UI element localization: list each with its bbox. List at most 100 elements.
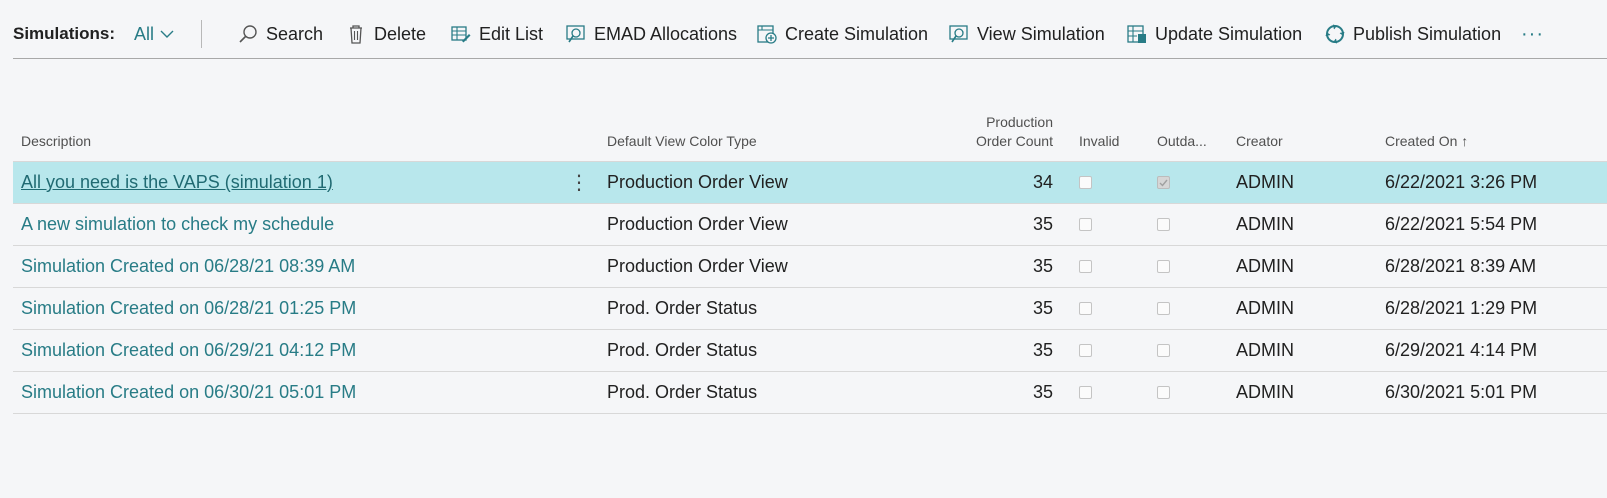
update-simulation-button[interactable]: Update Simulation xyxy=(1127,10,1302,58)
row-created-on: 6/22/2021 5:54 PM xyxy=(1385,214,1538,234)
header-outdated[interactable]: Outda... xyxy=(1157,132,1207,151)
emad-allocations-label: EMAD Allocations xyxy=(594,23,738,44)
emad-allocations-button[interactable]: EMAD Allocations xyxy=(566,10,737,58)
page-title: Simulations: xyxy=(13,24,116,43)
table-header: Description Default View Color Type Prod… xyxy=(13,108,1607,162)
row-creator: ADMIN xyxy=(1236,340,1294,360)
row-creator: ADMIN xyxy=(1236,298,1294,318)
view-simulation-button[interactable]: View Simulation xyxy=(949,10,1105,58)
update-simulation-label: Update Simulation xyxy=(1155,23,1303,44)
search-button[interactable]: Search xyxy=(238,10,323,58)
delete-button-label: Delete xyxy=(374,23,427,44)
row-invalid-cell xyxy=(1079,372,1092,413)
trash-icon xyxy=(346,24,366,44)
delete-button[interactable]: Delete xyxy=(346,10,426,58)
toolbar-separator xyxy=(201,20,202,48)
table-row[interactable]: Simulation Created on 06/28/21 08:39 AM P… xyxy=(13,246,1607,288)
publish-simulation-label: Publish Simulation xyxy=(1353,23,1502,44)
row-description-link[interactable]: A new simulation to check my schedule xyxy=(21,204,334,245)
row-order-count: 35 xyxy=(1032,382,1053,402)
row-order-count: 35 xyxy=(1032,256,1053,276)
update-simulation-icon xyxy=(1127,24,1147,44)
table-row[interactable]: Simulation Created on 06/29/21 04:12 PM P… xyxy=(13,330,1607,372)
row-menu-icon[interactable]: ⋮ xyxy=(569,162,589,203)
chevron-down-icon xyxy=(160,30,174,38)
outdated-checkbox xyxy=(1157,302,1170,315)
header-creator[interactable]: Creator xyxy=(1236,132,1283,151)
row-color-type: Production Order View xyxy=(607,256,788,276)
row-color-type: Prod. Order Status xyxy=(607,382,758,402)
row-created-on: 6/28/2021 8:39 AM xyxy=(1385,256,1537,276)
row-outdated-cell xyxy=(1157,204,1170,245)
row-outdated-cell xyxy=(1157,372,1170,413)
row-color-type: Prod. Order Status xyxy=(607,298,758,318)
row-created-on: 6/29/2021 4:14 PM xyxy=(1385,340,1538,360)
view-simulation-label: View Simulation xyxy=(977,23,1105,44)
row-order-count: 35 xyxy=(1032,298,1053,318)
publish-simulation-button[interactable]: Publish Simulation xyxy=(1325,10,1501,58)
header-count-line2: Order Count xyxy=(975,133,1053,149)
view-filter-label: All xyxy=(134,23,155,44)
invalid-checkbox xyxy=(1079,344,1092,357)
outdated-checkbox xyxy=(1157,386,1170,399)
row-order-count: 34 xyxy=(1032,172,1053,192)
sort-ascending-icon: ↑ xyxy=(1461,133,1469,149)
row-description-link[interactable]: All you need is the VAPS (simulation 1) xyxy=(21,162,333,203)
invalid-checkbox xyxy=(1079,260,1092,273)
invalid-checkbox xyxy=(1079,218,1092,231)
invalid-checkbox xyxy=(1079,302,1092,315)
row-color-type: Production Order View xyxy=(607,172,788,192)
row-description-link[interactable]: Simulation Created on 06/28/21 01:25 PM xyxy=(21,288,356,329)
row-creator: ADMIN xyxy=(1236,256,1294,276)
publish-simulation-icon xyxy=(1325,24,1345,44)
search-button-label: Search xyxy=(266,23,324,44)
outdated-checkbox xyxy=(1157,218,1170,231)
row-invalid-cell xyxy=(1079,330,1092,371)
header-color-type[interactable]: Default View Color Type xyxy=(607,132,757,151)
table-row[interactable]: Simulation Created on 06/30/21 05:01 PM P… xyxy=(13,372,1607,414)
row-order-count: 35 xyxy=(1032,214,1053,234)
row-invalid-cell xyxy=(1079,162,1092,203)
row-description-link[interactable]: Simulation Created on 06/29/21 04:12 PM xyxy=(21,330,356,371)
create-simulation-label: Create Simulation xyxy=(785,23,929,44)
row-invalid-cell xyxy=(1079,204,1092,245)
edit-list-button[interactable]: Edit List xyxy=(451,10,543,58)
table-row[interactable]: A new simulation to check my schedule Pro… xyxy=(13,204,1607,246)
invalid-checkbox xyxy=(1079,386,1092,399)
edit-list-icon xyxy=(451,24,471,44)
row-color-type: Prod. Order Status xyxy=(607,340,758,360)
row-created-on: 6/22/2021 3:26 PM xyxy=(1385,172,1538,192)
header-invalid[interactable]: Invalid xyxy=(1079,132,1119,151)
header-created-on[interactable]: Created On ↑ xyxy=(1385,132,1468,151)
row-outdated-cell xyxy=(1157,246,1170,287)
create-simulation-button[interactable]: Create Simulation xyxy=(757,10,928,58)
view-filter-dropdown[interactable]: All xyxy=(134,10,174,58)
row-invalid-cell xyxy=(1079,246,1092,287)
table-body: All you need is the VAPS (simulation 1) ⋮… xyxy=(13,162,1607,414)
row-description-link[interactable]: Simulation Created on 06/30/21 05:01 PM xyxy=(21,372,356,413)
row-outdated-cell xyxy=(1157,162,1170,203)
outdated-checkbox xyxy=(1157,344,1170,357)
row-outdated-cell xyxy=(1157,288,1170,329)
create-simulation-icon xyxy=(757,24,777,44)
invalid-checkbox xyxy=(1079,176,1092,189)
row-creator: ADMIN xyxy=(1236,214,1294,234)
more-icon[interactable]: ··· xyxy=(1521,10,1544,58)
search-icon xyxy=(238,24,258,44)
table-row[interactable]: Simulation Created on 06/28/21 01:25 PM P… xyxy=(13,288,1607,330)
emad-icon xyxy=(566,24,586,44)
row-creator: ADMIN xyxy=(1236,382,1294,402)
view-simulation-icon xyxy=(949,24,969,44)
header-description[interactable]: Description xyxy=(21,132,91,151)
simulations-table: Description Default View Color Type Prod… xyxy=(13,108,1607,414)
row-invalid-cell xyxy=(1079,288,1092,329)
row-created-on: 6/28/2021 1:29 PM xyxy=(1385,298,1538,318)
row-description-link[interactable]: Simulation Created on 06/28/21 08:39 AM xyxy=(21,246,355,287)
outdated-checkbox xyxy=(1157,176,1170,189)
header-production-order-count[interactable]: Production Order Count xyxy=(953,113,1053,151)
header-count-line1: Production xyxy=(986,114,1053,130)
row-outdated-cell xyxy=(1157,330,1170,371)
row-color-type: Production Order View xyxy=(607,214,788,234)
table-row[interactable]: All you need is the VAPS (simulation 1) ⋮… xyxy=(13,162,1607,204)
outdated-checkbox xyxy=(1157,260,1170,273)
